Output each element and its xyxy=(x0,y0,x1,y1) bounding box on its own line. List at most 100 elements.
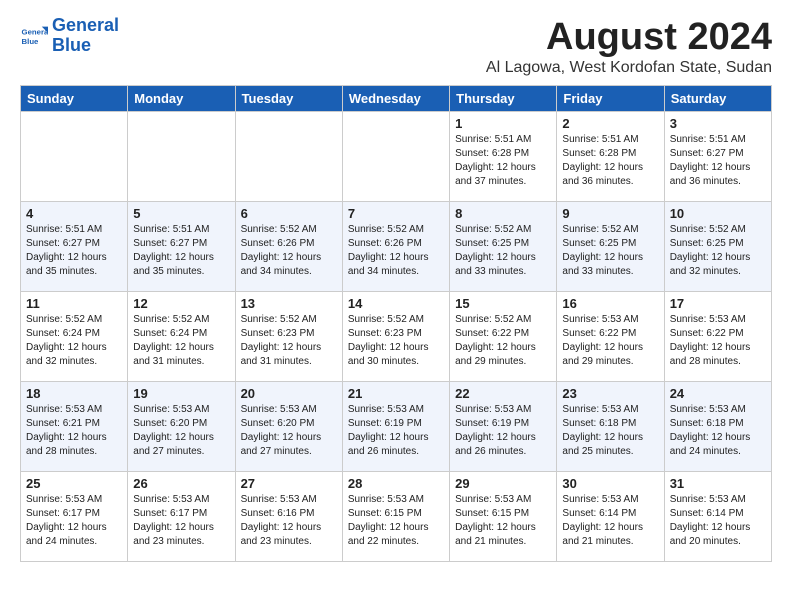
day-info: Sunrise: 5:52 AM Sunset: 6:23 PM Dayligh… xyxy=(241,313,337,369)
day-info: Sunrise: 5:53 AM Sunset: 6:19 PM Dayligh… xyxy=(348,403,444,459)
day-info: Sunrise: 5:53 AM Sunset: 6:18 PM Dayligh… xyxy=(562,403,658,459)
calendar-cell: 15 Sunrise: 5:52 AM Sunset: 6:22 PM Dayli… xyxy=(450,292,557,382)
calendar-cell: 5 Sunrise: 5:51 AM Sunset: 6:27 PM Daylig… xyxy=(128,202,235,292)
day-number: 7 xyxy=(348,206,444,221)
day-info: Sunrise: 5:52 AM Sunset: 6:24 PM Dayligh… xyxy=(26,313,122,369)
calendar-week-2: 4 Sunrise: 5:51 AM Sunset: 6:27 PM Daylig… xyxy=(21,202,772,292)
day-number: 18 xyxy=(26,386,122,401)
day-info: Sunrise: 5:53 AM Sunset: 6:20 PM Dayligh… xyxy=(133,403,229,459)
calendar-cell: 23 Sunrise: 5:53 AM Sunset: 6:18 PM Dayli… xyxy=(557,382,664,472)
calendar-cell: 4Sunrise: 5:51 AM Sunset: 6:27 PM Daylig… xyxy=(21,202,128,292)
day-number: 21 xyxy=(348,386,444,401)
calendar-cell: 9 Sunrise: 5:52 AM Sunset: 6:25 PM Daylig… xyxy=(557,202,664,292)
calendar-cell: 24 Sunrise: 5:53 AM Sunset: 6:18 PM Dayli… xyxy=(664,382,771,472)
day-info: Sunrise: 5:53 AM Sunset: 6:22 PM Dayligh… xyxy=(562,313,658,369)
calendar-cell: 3 Sunrise: 5:51 AM Sunset: 6:27 PM Daylig… xyxy=(664,112,771,202)
calendar-cell: 22Sunrise: 5:53 AM Sunset: 6:19 PM Dayli… xyxy=(450,382,557,472)
day-info: Sunrise: 5:53 AM Sunset: 6:16 PM Dayligh… xyxy=(241,493,337,549)
day-number: 23 xyxy=(562,386,658,401)
day-info: Sunrise: 5:53 AM Sunset: 6:17 PM Dayligh… xyxy=(26,493,122,549)
day-info: Sunrise: 5:53 AM Sunset: 6:22 PM Dayligh… xyxy=(670,313,766,369)
calendar-cell: 19 Sunrise: 5:53 AM Sunset: 6:20 PM Dayli… xyxy=(128,382,235,472)
day-number: 28 xyxy=(348,476,444,491)
day-number: 30 xyxy=(562,476,658,491)
day-info: Sunrise: 5:51 AM Sunset: 6:27 PM Dayligh… xyxy=(670,133,766,189)
day-number: 11 xyxy=(26,296,122,311)
page-header: General Blue General Blue August 2024 Al… xyxy=(20,16,772,77)
day-info: Sunrise: 5:52 AM Sunset: 6:25 PM Dayligh… xyxy=(670,223,766,279)
calendar-week-3: 11 Sunrise: 5:52 AM Sunset: 6:24 PM Dayli… xyxy=(21,292,772,382)
day-number: 2 xyxy=(562,116,658,131)
calendar-cell: 13 Sunrise: 5:52 AM Sunset: 6:23 PM Dayli… xyxy=(235,292,342,382)
day-number: 5 xyxy=(133,206,229,221)
calendar-cell: 17 Sunrise: 5:53 AM Sunset: 6:22 PM Dayli… xyxy=(664,292,771,382)
calendar-cell: 25 Sunrise: 5:53 AM Sunset: 6:17 PM Dayli… xyxy=(21,472,128,562)
calendar-cell: 31Sunrise: 5:53 AM Sunset: 6:14 PM Dayli… xyxy=(664,472,771,562)
day-info: Sunrise: 5:53 AM Sunset: 6:21 PM Dayligh… xyxy=(26,403,122,459)
logo-icon: General Blue xyxy=(20,22,48,50)
calendar-cell xyxy=(342,112,449,202)
calendar-cell: 8Sunrise: 5:52 AM Sunset: 6:25 PM Daylig… xyxy=(450,202,557,292)
month-title: August 2024 xyxy=(486,16,772,59)
calendar-week-1: 1 Sunrise: 5:51 AM Sunset: 6:28 PM Daylig… xyxy=(21,112,772,202)
day-info: Sunrise: 5:52 AM Sunset: 6:24 PM Dayligh… xyxy=(133,313,229,369)
day-info: Sunrise: 5:53 AM Sunset: 6:14 PM Dayligh… xyxy=(562,493,658,549)
day-number: 29 xyxy=(455,476,551,491)
col-header-sunday: Sunday xyxy=(21,86,128,112)
calendar-cell: 20Sunrise: 5:53 AM Sunset: 6:20 PM Dayli… xyxy=(235,382,342,472)
day-number: 9 xyxy=(562,206,658,221)
col-header-thursday: Thursday xyxy=(450,86,557,112)
day-number: 22 xyxy=(455,386,551,401)
day-number: 1 xyxy=(455,116,551,131)
calendar-cell: 6Sunrise: 5:52 AM Sunset: 6:26 PM Daylig… xyxy=(235,202,342,292)
calendar-week-5: 25 Sunrise: 5:53 AM Sunset: 6:17 PM Dayli… xyxy=(21,472,772,562)
day-info: Sunrise: 5:52 AM Sunset: 6:23 PM Dayligh… xyxy=(348,313,444,369)
day-number: 24 xyxy=(670,386,766,401)
calendar-cell: 1Sunrise: 5:51 AM Sunset: 6:28 PM Daylig… xyxy=(450,112,557,202)
day-number: 3 xyxy=(670,116,766,131)
day-info: Sunrise: 5:53 AM Sunset: 6:20 PM Dayligh… xyxy=(241,403,337,459)
calendar-cell: 29 Sunrise: 5:53 AM Sunset: 6:15 PM Dayli… xyxy=(450,472,557,562)
day-number: 19 xyxy=(133,386,229,401)
day-info: Sunrise: 5:52 AM Sunset: 6:26 PM Dayligh… xyxy=(348,223,444,279)
col-header-monday: Monday xyxy=(128,86,235,112)
day-info: Sunrise: 5:53 AM Sunset: 6:15 PM Dayligh… xyxy=(455,493,551,549)
day-info: Sunrise: 5:52 AM Sunset: 6:22 PM Dayligh… xyxy=(455,313,551,369)
calendar-cell: 16 Sunrise: 5:53 AM Sunset: 6:22 PM Dayli… xyxy=(557,292,664,382)
day-number: 10 xyxy=(670,206,766,221)
logo-text: General Blue xyxy=(52,16,119,56)
calendar-cell: 26Sunrise: 5:53 AM Sunset: 6:17 PM Dayli… xyxy=(128,472,235,562)
calendar-cell xyxy=(128,112,235,202)
title-block: August 2024 Al Lagowa, West Kordofan Sta… xyxy=(486,16,772,77)
day-info: Sunrise: 5:52 AM Sunset: 6:25 PM Dayligh… xyxy=(562,223,658,279)
day-number: 17 xyxy=(670,296,766,311)
day-info: Sunrise: 5:51 AM Sunset: 6:27 PM Dayligh… xyxy=(133,223,229,279)
calendar-cell: 21 Sunrise: 5:53 AM Sunset: 6:19 PM Dayli… xyxy=(342,382,449,472)
calendar-cell: 30 Sunrise: 5:53 AM Sunset: 6:14 PM Dayli… xyxy=(557,472,664,562)
calendar-cell: 7 Sunrise: 5:52 AM Sunset: 6:26 PM Daylig… xyxy=(342,202,449,292)
day-number: 13 xyxy=(241,296,337,311)
calendar-cell: 10 Sunrise: 5:52 AM Sunset: 6:25 PM Dayli… xyxy=(664,202,771,292)
col-header-tuesday: Tuesday xyxy=(235,86,342,112)
day-number: 16 xyxy=(562,296,658,311)
day-number: 26 xyxy=(133,476,229,491)
calendar-header: SundayMondayTuesdayWednesdayThursdayFrid… xyxy=(21,86,772,112)
col-header-saturday: Saturday xyxy=(664,86,771,112)
col-header-wednesday: Wednesday xyxy=(342,86,449,112)
day-info: Sunrise: 5:53 AM Sunset: 6:15 PM Dayligh… xyxy=(348,493,444,549)
calendar-week-4: 18 Sunrise: 5:53 AM Sunset: 6:21 PM Dayli… xyxy=(21,382,772,472)
day-info: Sunrise: 5:53 AM Sunset: 6:18 PM Dayligh… xyxy=(670,403,766,459)
day-number: 15 xyxy=(455,296,551,311)
calendar-cell: 28 Sunrise: 5:53 AM Sunset: 6:15 PM Dayli… xyxy=(342,472,449,562)
day-info: Sunrise: 5:51 AM Sunset: 6:28 PM Dayligh… xyxy=(562,133,658,189)
calendar-cell: 11 Sunrise: 5:52 AM Sunset: 6:24 PM Dayli… xyxy=(21,292,128,382)
calendar-cell xyxy=(235,112,342,202)
day-number: 25 xyxy=(26,476,122,491)
day-number: 4 xyxy=(26,206,122,221)
calendar-cell: 12Sunrise: 5:52 AM Sunset: 6:24 PM Dayli… xyxy=(128,292,235,382)
day-info: Sunrise: 5:53 AM Sunset: 6:14 PM Dayligh… xyxy=(670,493,766,549)
calendar-cell xyxy=(21,112,128,202)
svg-text:Blue: Blue xyxy=(22,37,40,46)
calendar-cell: 27Sunrise: 5:53 AM Sunset: 6:16 PM Dayli… xyxy=(235,472,342,562)
day-number: 8 xyxy=(455,206,551,221)
